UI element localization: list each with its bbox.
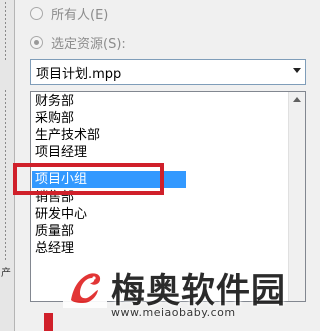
list-item[interactable]: 财务部 bbox=[35, 93, 74, 110]
list-item[interactable]: 质量部 bbox=[35, 223, 74, 240]
list-item-selected[interactable]: 项目小组 bbox=[32, 171, 186, 188]
radio-everyone[interactable]: 所有人(E) bbox=[30, 2, 108, 24]
annotation-highlight-corner bbox=[44, 313, 53, 331]
radio-everyone-label: 所有人(E) bbox=[51, 7, 109, 23]
project-file-dropdown[interactable]: 项目计划.mpp bbox=[30, 59, 306, 85]
dropdown-value: 项目计划.mpp bbox=[36, 66, 122, 82]
watermark-url: www.meiaobaby.com bbox=[111, 306, 236, 319]
scroll-up-arrow-icon[interactable] bbox=[293, 97, 301, 102]
background-window-edge: 产 bbox=[0, 0, 15, 331]
list-item[interactable]: 销售部 bbox=[35, 189, 74, 206]
partial-glyph: 产 bbox=[1, 268, 11, 279]
radio-selected-resource-label: 选定资源(S): bbox=[51, 36, 126, 52]
list-item[interactable]: 项目经理 bbox=[35, 144, 87, 161]
radio-button[interactable] bbox=[30, 6, 43, 20]
vertical-scrollbar[interactable] bbox=[288, 92, 305, 301]
dotted-guide bbox=[5, 2, 6, 62]
list-item[interactable]: 总经理 bbox=[35, 240, 74, 257]
radio-selected-resource[interactable]: 选定资源(S): bbox=[30, 31, 126, 53]
list-item[interactable]: 采购部 bbox=[35, 110, 74, 127]
list-item[interactable]: 研发中心 bbox=[35, 206, 87, 223]
chevron-down-icon[interactable] bbox=[293, 68, 301, 73]
watermark-brand: 梅奥软件园 bbox=[111, 271, 286, 311]
list-item[interactable]: 生产技术部 bbox=[35, 127, 100, 144]
dotted-guide bbox=[5, 90, 6, 260]
radio-button-checked[interactable] bbox=[30, 35, 43, 49]
watermark-logo bbox=[63, 266, 107, 308]
